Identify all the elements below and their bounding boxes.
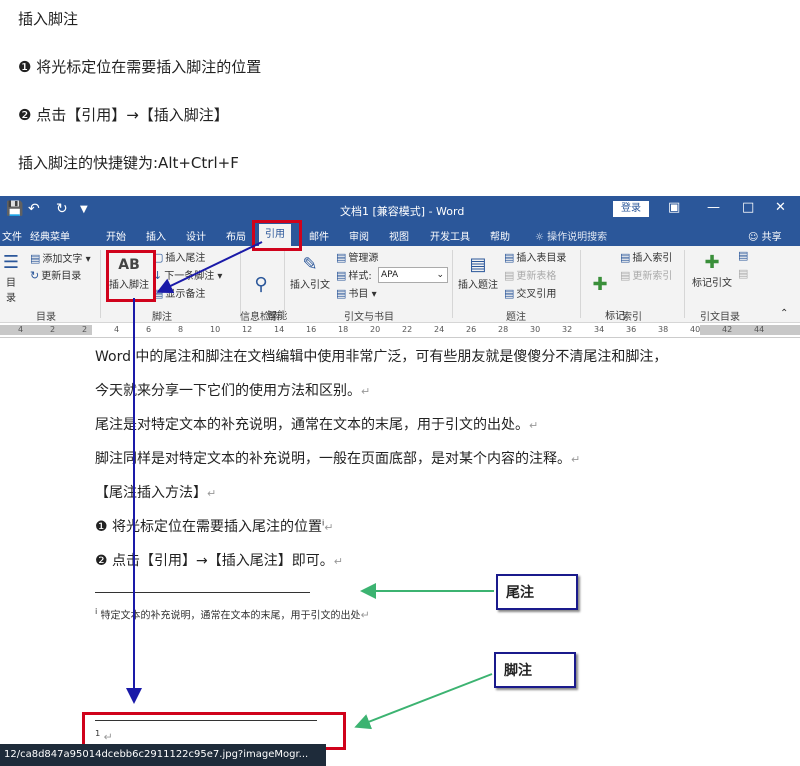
arrow-to-footnote (354, 673, 493, 730)
word-screenshot: 💾 ↶ ↻ ▼ 文档1 [兼容模式] - Word 登录 ▣ — □ ✕ 文件 … (0, 196, 800, 766)
arrow-to-insert-footnote (156, 241, 263, 294)
intro-step-2: ❷ 点击【引用】→【插入脚注】 (18, 106, 229, 124)
status-url: 12/ca8d847a95014dcebb6c2911122c95e7.jpg?… (0, 744, 326, 766)
annotation-arrows (126, 241, 494, 730)
intro-step-1: ❶ 将光标定位在需要插入脚注的位置 (18, 58, 262, 76)
intro-shortcut: 插入脚注的快捷键为:Alt+Ctrl+F (18, 154, 239, 172)
intro-title: 插入脚注 (18, 10, 79, 28)
